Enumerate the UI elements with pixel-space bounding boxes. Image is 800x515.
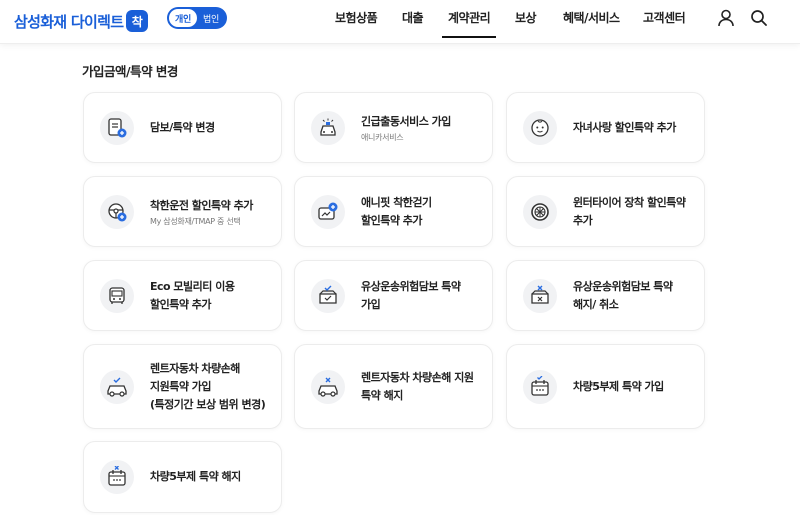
baby-face-icon [523, 110, 557, 145]
card-title: 렌트자동차 차량손해 지원 [361, 370, 474, 384]
calendar-x-icon [100, 460, 134, 494]
card-coverage-change[interactable]: 담보/특약 변경 [83, 92, 282, 163]
card-title: 윈터타이어 장착 할인특약 [573, 195, 686, 209]
card-title: 차량5부제 특약 가입 [573, 379, 664, 393]
nav-compensation[interactable]: 보상 [515, 9, 537, 26]
card-paid-transport-join[interactable]: 유상운송위험담보 특약 가입 [294, 260, 493, 331]
delivery-box-check-icon [311, 278, 345, 313]
card-paid-transport-cancel[interactable]: 유상운송위험담보 특약 해지/ 취소 [506, 260, 705, 331]
card-title-line2: 지원특약 가입 [150, 379, 212, 393]
nav-benefits-services[interactable]: 혜택/서비스 [563, 9, 620, 26]
card-emergency-service[interactable]: 긴급출동서비스 가입 애니카서비스 [294, 92, 493, 163]
card-anyfit-walking-discount[interactable]: 애니핏 착한걷기 할인특약 추가 [294, 176, 493, 247]
bus-icon [100, 278, 134, 313]
toggle-personal[interactable]: 개인 [169, 9, 197, 27]
section-title: 가입금액/특약 변경 [82, 64, 178, 79]
walking-card-icon [311, 194, 345, 229]
card-rental-car-damage-cancel[interactable]: 렌트자동차 차량손해 지원 특약 해지 [294, 344, 493, 429]
card-title: 차량5부제 특약 해지 [150, 470, 241, 483]
logo-text: 삼성화재 다이렉트 [14, 12, 124, 31]
card-child-discount[interactable]: 자녀사랑 할인특약 추가 [506, 92, 705, 163]
card-title: 유상운송위험담보 특약 [573, 279, 673, 293]
card-title: 애니핏 착한걷기 [361, 195, 432, 209]
card-title-line2: 특약 해지 [361, 388, 403, 402]
rental-car-x-icon [311, 369, 345, 404]
card-title: 담보/특약 변경 [150, 120, 215, 134]
winter-tire-icon [523, 194, 557, 229]
logo[interactable]: 삼성화재 다이렉트 착 [14, 10, 149, 32]
calendar-check-icon [523, 369, 557, 404]
card-title-line2: 할인특약 추가 [150, 297, 212, 311]
delivery-box-x-icon [523, 278, 557, 313]
card-title-line3: (특정기간 보상 범위 변경) [150, 397, 266, 411]
logo-badge: 착 [126, 10, 149, 32]
card-subtitle: 애니카서비스 [361, 132, 404, 142]
document-plus-icon [100, 110, 134, 145]
nav-insurance-products[interactable]: 보험상품 [335, 9, 378, 26]
card-safe-driving-discount[interactable]: 착한운전 할인특약 추가 My 삼성화재/TMAP 중 선택 [83, 176, 282, 247]
card-title: 렌트자동차 차량손해 [150, 361, 240, 375]
card-subtitle: My 삼성화재/TMAP 중 선택 [150, 216, 241, 226]
steering-wheel-icon [100, 194, 134, 229]
card-eco-mobility-discount[interactable]: Eco 모빌리티 이용 할인특약 추가 [83, 260, 282, 331]
card-winter-tire-discount[interactable]: 윈터타이어 장착 할인특약 추가 [506, 176, 705, 247]
card-title-line2: 가입 [361, 297, 381, 311]
rental-car-check-icon [100, 369, 134, 404]
top-header: 삼성화재 다이렉트 착 개인 법인 보험상품 대출 계약관리 보상 혜택/서비스… [0, 0, 800, 44]
card-title-line2: 추가 [573, 213, 593, 227]
nav-customer-center[interactable]: 고객센터 [643, 9, 686, 26]
nav-contract-management[interactable]: 계약관리 [441, 9, 497, 38]
card-rental-car-damage-join[interactable]: 렌트자동차 차량손해 지원특약 가입 (특정기간 보상 범위 변경) [83, 344, 282, 429]
card-title: 긴급출동서비스 가입 [361, 114, 451, 128]
customer-type-toggle[interactable]: 개인 법인 [167, 7, 227, 29]
emergency-car-icon [311, 110, 345, 145]
card-title: 착한운전 할인특약 추가 [150, 198, 253, 212]
search-icon[interactable] [749, 8, 769, 28]
user-icon[interactable] [716, 8, 736, 28]
card-title: 자녀사랑 할인특약 추가 [573, 120, 676, 134]
card-title: 유상운송위험담보 특약 [361, 279, 461, 293]
card-five-day-rotation-join[interactable]: 차량5부제 특약 가입 [506, 344, 705, 429]
card-five-day-rotation-cancel[interactable]: 차량5부제 특약 해지 [83, 441, 282, 513]
card-title: Eco 모빌리티 이용 [150, 279, 235, 293]
card-title-line2: 할인특약 추가 [361, 213, 423, 227]
card-title-line2: 해지/ 취소 [573, 297, 619, 311]
toggle-corporate[interactable]: 법인 [197, 9, 225, 27]
nav-loan[interactable]: 대출 [402, 9, 424, 26]
